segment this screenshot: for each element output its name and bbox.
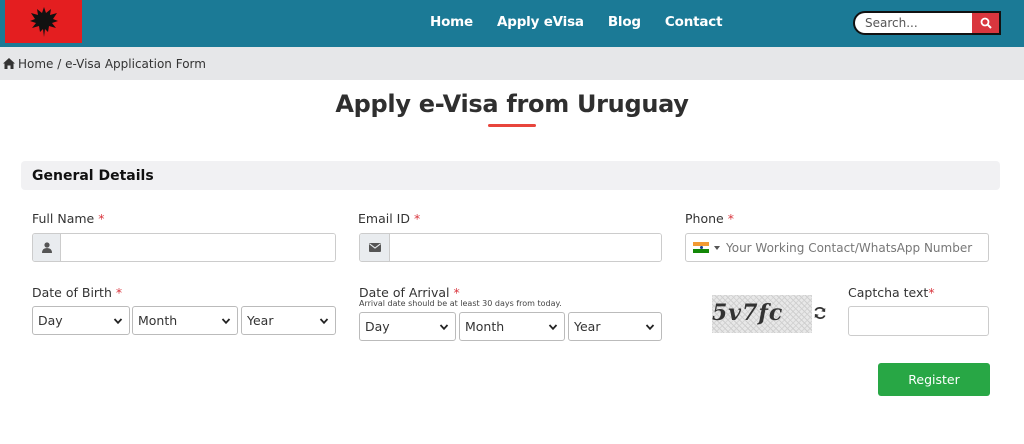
chevron-down-icon [439, 323, 449, 330]
search-button[interactable] [972, 11, 1001, 35]
arrival-year-select[interactable]: Year [568, 312, 662, 341]
nav-apply-evisa[interactable]: Apply eVisa [497, 14, 584, 30]
breadcrumb-home[interactable]: Home [18, 57, 53, 71]
nav-blog[interactable]: Blog [608, 14, 641, 30]
register-button[interactable]: Register [878, 363, 990, 396]
site-logo[interactable] [5, 0, 82, 43]
search-icon [980, 17, 992, 29]
arrival-month-value: Month [465, 319, 505, 334]
arrival-year-value: Year [574, 319, 601, 334]
dob-day-select[interactable]: Day [32, 306, 130, 335]
breadcrumb: Home / e-Visa Application Form [0, 47, 1024, 80]
phone-label: Phone * [685, 211, 734, 226]
email-group [359, 233, 662, 262]
phone-group [685, 233, 989, 262]
chevron-down-icon [548, 323, 558, 330]
chevron-down-icon [113, 317, 123, 324]
user-icon [33, 234, 61, 261]
arrival-hint: Arrival date should be at least 30 days … [359, 299, 562, 308]
arrival-day-select[interactable]: Day [359, 312, 456, 341]
title-underline [488, 124, 536, 127]
home-icon [3, 58, 15, 69]
dob-year-value: Year [247, 313, 274, 328]
captcha-text: 5v7fc [712, 300, 784, 326]
full-name-group [32, 233, 336, 262]
chevron-down-icon [221, 317, 231, 324]
refresh-icon[interactable] [813, 306, 827, 320]
search-box [853, 11, 1001, 35]
email-label: Email ID * [358, 211, 421, 226]
full-name-label: Full Name * [32, 211, 105, 226]
dob-month-select[interactable]: Month [132, 306, 238, 335]
main-nav: Home Apply eVisa Blog Contact [430, 0, 746, 44]
section-title: General Details [21, 161, 1000, 190]
arrival-month-select[interactable]: Month [459, 312, 565, 341]
albania-eagle-icon [29, 6, 58, 37]
chevron-down-icon [714, 245, 720, 250]
full-name-input[interactable] [61, 234, 335, 261]
nav-home[interactable]: Home [430, 14, 473, 30]
captcha-label: Captcha text* [848, 285, 935, 300]
chevron-down-icon [645, 323, 655, 330]
captcha-image: 5v7fc [712, 295, 812, 333]
page-title: Apply e-Visa from Uruguay [335, 90, 689, 118]
envelope-icon [360, 234, 390, 261]
arrival-day-value: Day [365, 319, 390, 334]
dob-label: Date of Birth * [32, 285, 123, 300]
phone-input[interactable] [726, 240, 988, 255]
india-flag-icon [693, 242, 709, 254]
breadcrumb-separator: / [57, 56, 62, 71]
email-input[interactable] [390, 234, 661, 261]
arrival-label: Date of Arrival * [359, 285, 460, 300]
chevron-down-icon [319, 317, 329, 324]
dob-day-value: Day [38, 313, 63, 328]
dob-year-select[interactable]: Year [241, 306, 336, 335]
captcha-input[interactable] [848, 306, 989, 336]
top-navbar: Home Apply eVisa Blog Contact [0, 0, 1024, 47]
country-code-dropdown[interactable] [686, 242, 726, 254]
search-input[interactable] [853, 11, 972, 35]
nav-contact[interactable]: Contact [665, 14, 723, 30]
breadcrumb-current: e-Visa Application Form [65, 56, 206, 71]
dob-month-value: Month [138, 313, 178, 328]
